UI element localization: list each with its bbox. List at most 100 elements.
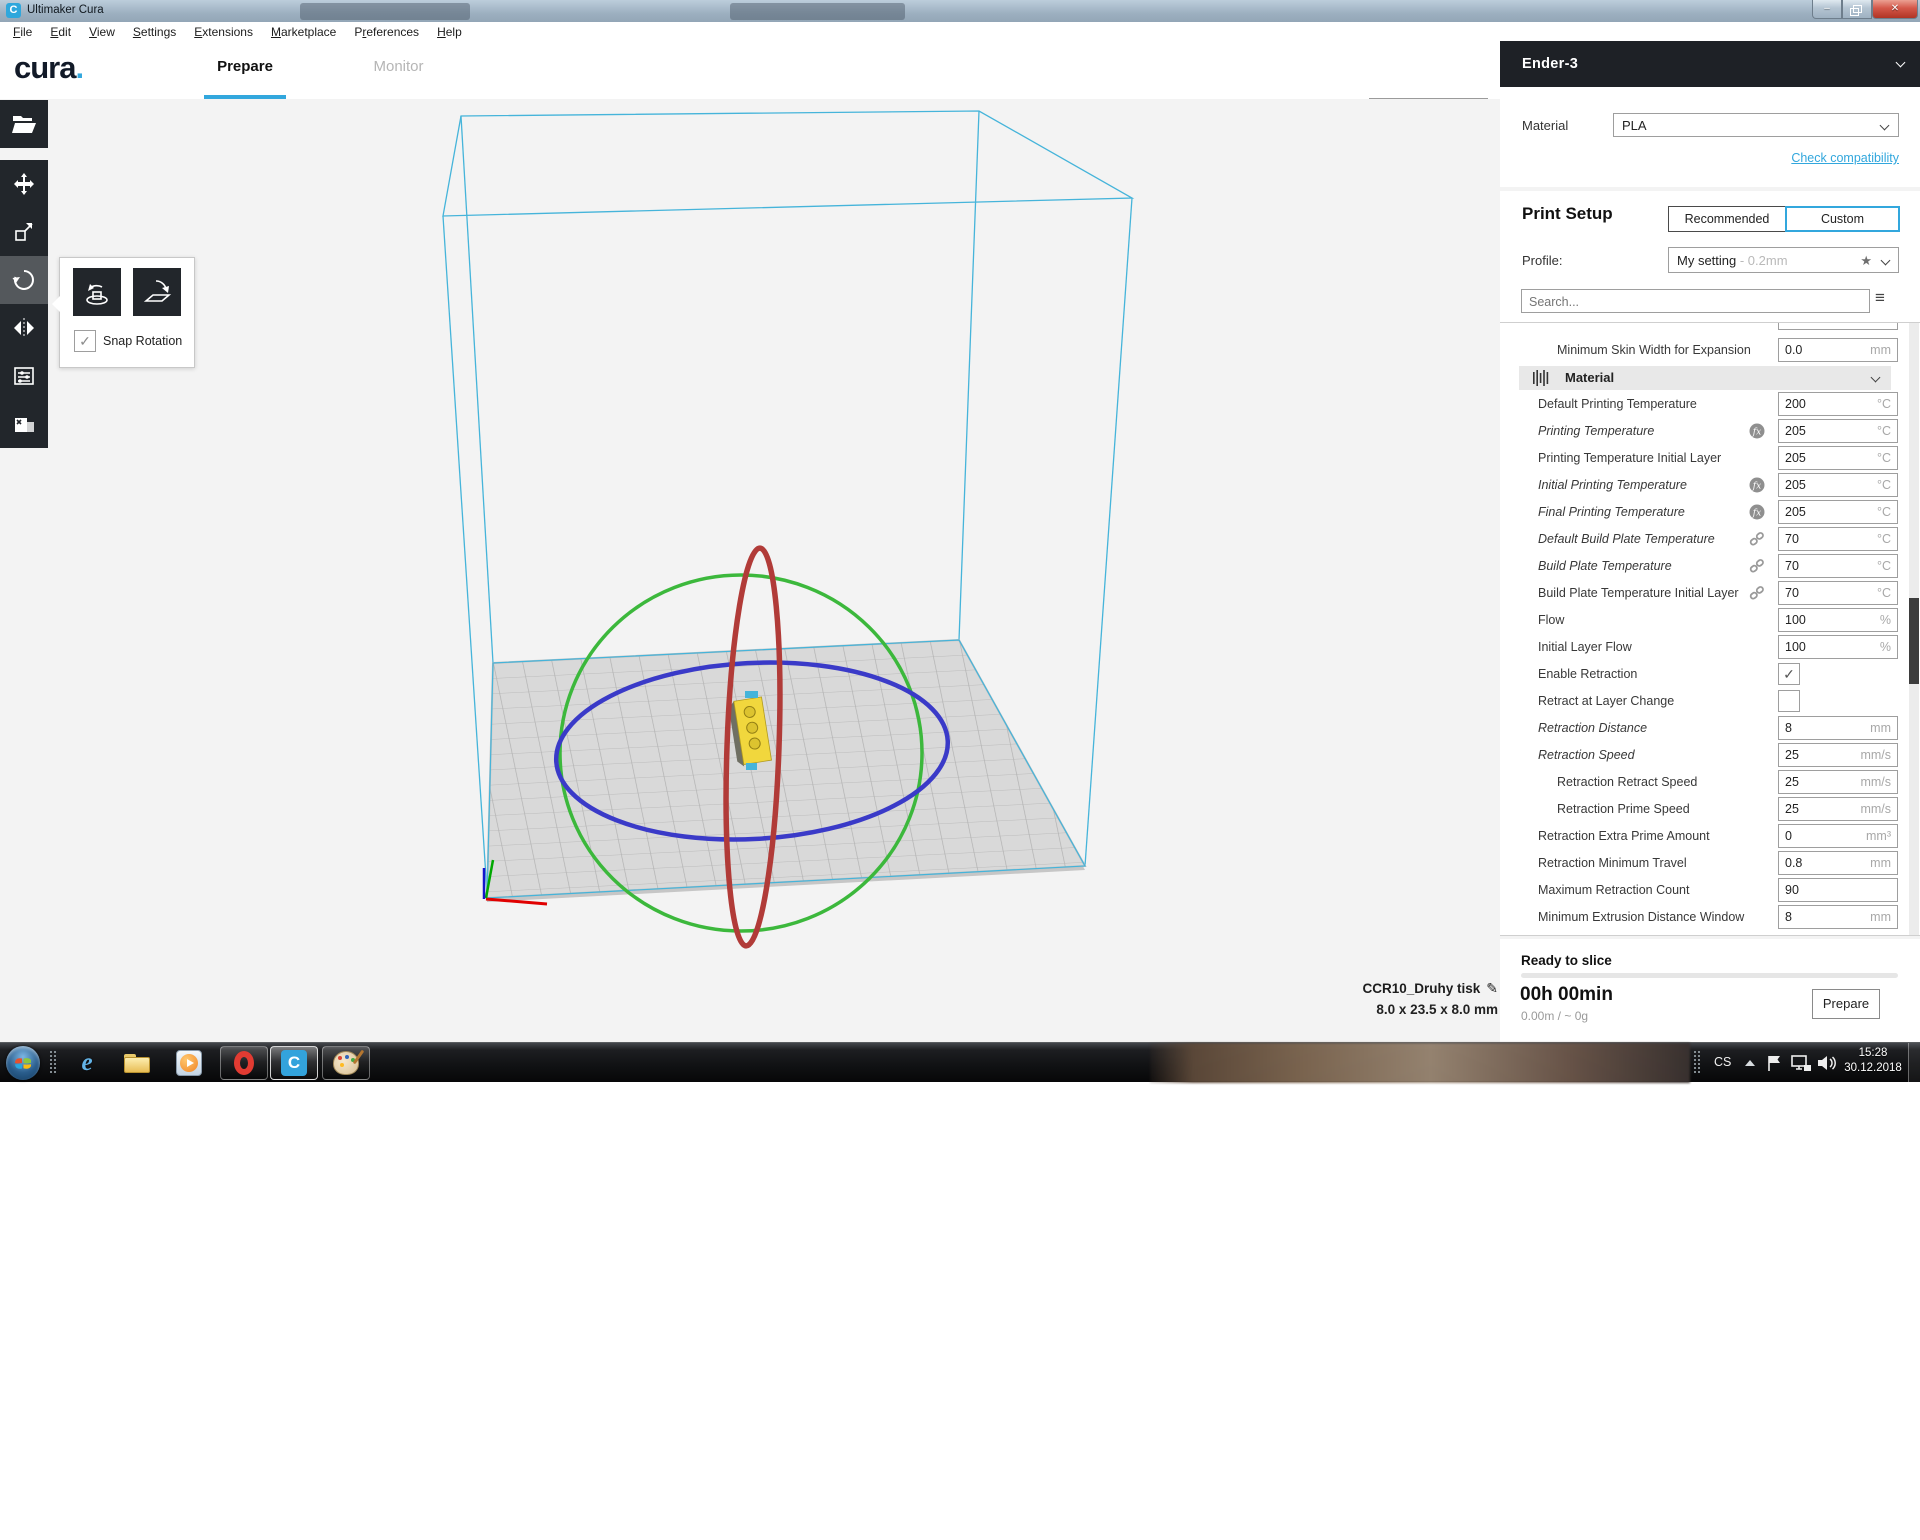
setting-value-field[interactable]: 8mm [1778, 716, 1898, 740]
svg-text:fx: fx [1752, 428, 1761, 438]
slice-progress-bar [1521, 973, 1898, 978]
setting-row: Retraction Retract Speed25mm/s [1500, 770, 1908, 794]
support-blocker-button[interactable] [0, 400, 48, 448]
setting-value-field[interactable]: 90 [1778, 878, 1898, 902]
check-compatibility-link[interactable]: Check compatibility [1791, 151, 1899, 165]
open-folder-icon [11, 113, 37, 135]
settings-scrollbar-handle[interactable] [1909, 598, 1919, 684]
setting-value-field[interactable]: 70°C [1778, 554, 1898, 578]
rotate-tool-button[interactable] [0, 256, 48, 304]
action-center-flag-icon[interactable] [1764, 1053, 1784, 1073]
minimize-button[interactable]: – [1812, 0, 1842, 19]
setting-row: Build Plate Temperature Initial Layer70°… [1500, 581, 1908, 605]
setting-value-field[interactable]: 8mm [1778, 905, 1898, 929]
media-player-icon [176, 1050, 202, 1076]
lay-flat-icon [140, 275, 174, 309]
setting-label: Build Plate Temperature [1538, 554, 1672, 578]
snap-rotation-label: Snap Rotation [103, 334, 182, 348]
setting-row: Flow100% [1500, 608, 1908, 632]
profile-dropdown[interactable]: My setting - 0.2mm ★ [1668, 247, 1899, 273]
viewport-3d[interactable] [0, 99, 1500, 1042]
setting-checkbox[interactable] [1778, 690, 1800, 712]
internet-explorer-button[interactable]: e [72, 1049, 102, 1077]
menu-item-file[interactable]: File [4, 23, 41, 41]
setting-label: Default Printing Temperature [1538, 392, 1697, 416]
lay-flat-button[interactable] [133, 268, 181, 316]
start-button[interactable] [6, 1046, 40, 1080]
svg-text:fx: fx [1752, 509, 1761, 519]
scale-tool-button[interactable] [0, 208, 48, 256]
search-box [1521, 289, 1870, 313]
prepare-button[interactable]: Prepare [1812, 989, 1880, 1019]
move-tool-button[interactable] [0, 160, 48, 208]
show-hidden-icons-arrow[interactable] [1745, 1060, 1755, 1066]
scale-icon [12, 220, 36, 244]
paint-taskbar-button[interactable] [322, 1046, 370, 1080]
setting-row: Minimum Extrusion Distance Window8mm [1500, 905, 1908, 929]
setting-row: Minimum Skin Width for Expansion0.0mm [1500, 338, 1908, 362]
setting-value-field[interactable]: 25mm/s [1778, 743, 1898, 767]
tab-prepare[interactable]: Prepare [204, 58, 286, 75]
setting-row: Retraction Speed25mm/s [1500, 743, 1908, 767]
opera-taskbar-button[interactable] [220, 1046, 268, 1080]
setting-value-partial[interactable] [1778, 323, 1898, 330]
show-desktop-button[interactable] [1908, 1043, 1920, 1083]
per-model-settings-button[interactable] [0, 352, 48, 400]
setting-value-field[interactable]: 25mm/s [1778, 770, 1898, 794]
setting-value-field[interactable]: 205°C [1778, 473, 1898, 497]
setting-value-field[interactable]: 205°C [1778, 446, 1898, 470]
setting-value-field[interactable]: 70°C [1778, 581, 1898, 605]
setting-value-field[interactable]: 100% [1778, 635, 1898, 659]
folder-icon [124, 1054, 150, 1073]
network-icon[interactable] [1790, 1053, 1812, 1073]
taskbar-clock[interactable]: 15:28 30.12.2018 [1840, 1046, 1906, 1076]
rename-pencil-icon[interactable]: ✎ [1486, 980, 1498, 996]
model-handle-top[interactable] [745, 691, 758, 698]
settings-search-input[interactable] [1522, 290, 1878, 314]
language-indicator[interactable]: CS [1714, 1055, 1731, 1069]
media-player-button[interactable] [174, 1049, 204, 1077]
category-material[interactable]: Material [1519, 366, 1891, 390]
setting-label: Printing Temperature Initial Layer [1538, 446, 1721, 470]
open-file-button[interactable] [0, 100, 48, 148]
setting-value-field[interactable]: 25mm/s [1778, 797, 1898, 821]
close-button[interactable]: ✕ [1872, 0, 1918, 19]
setting-label: Retraction Distance [1538, 716, 1647, 740]
setting-value-field[interactable]: 100% [1778, 608, 1898, 632]
paint-icon [333, 1051, 359, 1075]
tab-monitor[interactable]: Monitor [365, 58, 432, 75]
setting-value-field[interactable]: 70°C [1778, 527, 1898, 551]
recommended-button[interactable]: Recommended [1668, 206, 1786, 232]
reset-rotation-button[interactable] [73, 268, 121, 316]
setting-checkbox[interactable]: ✓ [1778, 663, 1800, 685]
menu-item-help[interactable]: Help [428, 23, 471, 41]
setting-value-field[interactable]: 0.0mm [1778, 338, 1898, 362]
menu-item-marketplace[interactable]: Marketplace [262, 23, 345, 41]
setting-row: Final Printing Temperaturefx205°C [1500, 500, 1908, 524]
windows-explorer-button[interactable] [122, 1049, 152, 1077]
setting-value-field[interactable]: 205°C [1778, 500, 1898, 524]
material-dropdown[interactable]: PLA [1613, 113, 1899, 137]
menu-item-preferences[interactable]: Preferences [345, 23, 428, 41]
volume-icon[interactable] [1816, 1053, 1838, 1073]
menu-item-extensions[interactable]: Extensions [185, 23, 262, 41]
material-section: Material PLA Check compatibility [1500, 87, 1920, 187]
window-titlebar: C Ultimaker Cura – ✕ [0, 0, 1920, 23]
mirror-tool-button[interactable] [0, 304, 48, 352]
setting-value-field[interactable]: 0.8mm [1778, 851, 1898, 875]
cura-app-icon: C [6, 3, 21, 18]
cura-taskbar-button[interactable]: C [270, 1046, 318, 1080]
menu-item-view[interactable]: View [80, 23, 124, 41]
cura-logo: cura. [14, 50, 83, 86]
menu-item-settings[interactable]: Settings [124, 23, 185, 41]
setting-value-field[interactable]: 0mm³ [1778, 824, 1898, 848]
setting-value-field[interactable]: 205°C [1778, 419, 1898, 443]
snap-rotation-checkbox[interactable]: ✓ [74, 330, 96, 352]
machine-selector[interactable]: Ender-3 [1500, 41, 1920, 87]
settings-menu-icon[interactable]: ≡ [1875, 288, 1885, 308]
menu-item-edit[interactable]: Edit [41, 23, 80, 41]
restore-button[interactable] [1842, 0, 1872, 19]
custom-button[interactable]: Custom [1785, 206, 1900, 232]
model-handle-bottom[interactable] [746, 763, 757, 770]
setting-value-field[interactable]: 200°C [1778, 392, 1898, 416]
